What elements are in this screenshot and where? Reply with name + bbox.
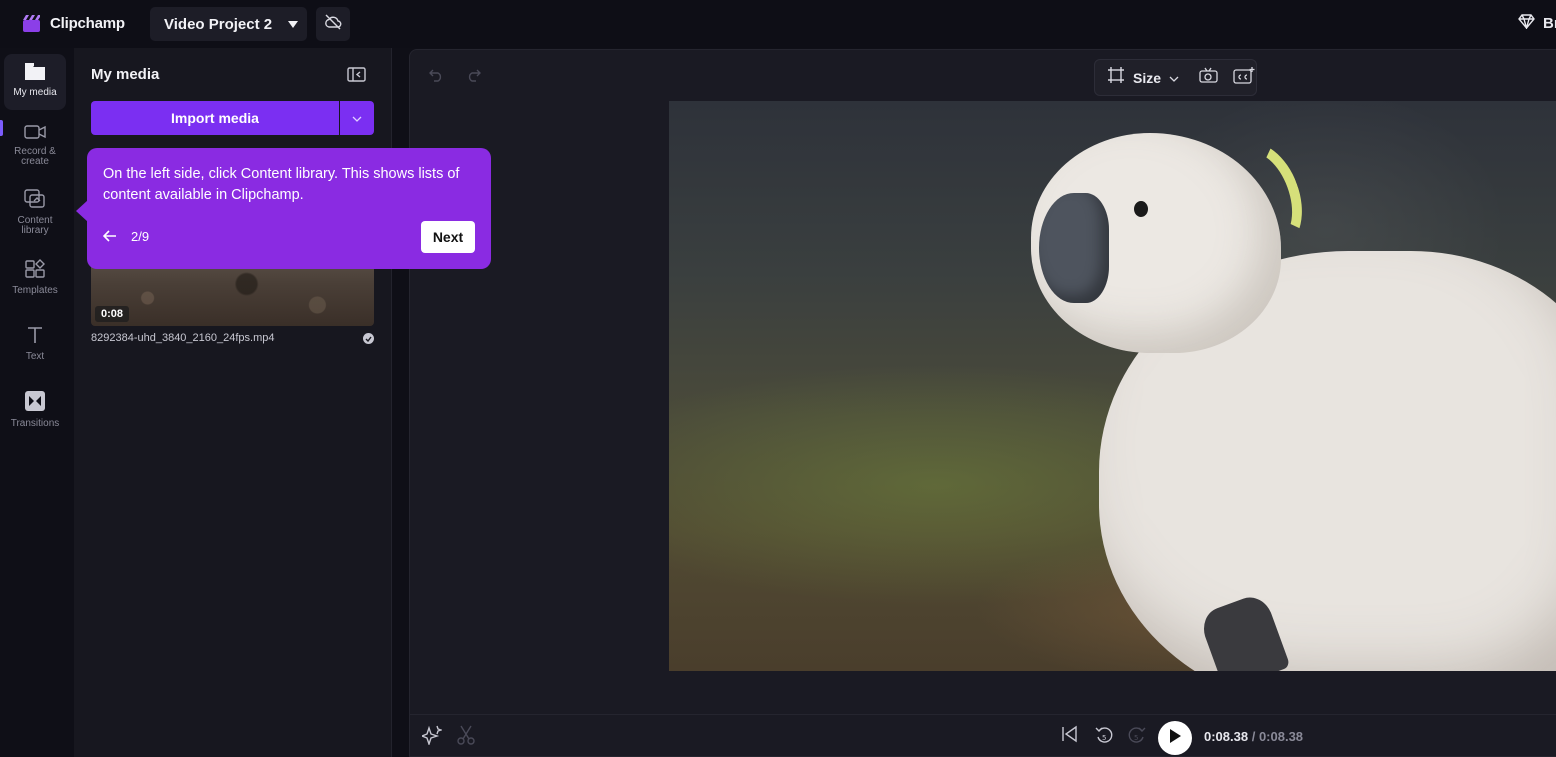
rail-item-label: Record & create [14,146,56,167]
current-time: 0:08.38 [1204,729,1249,744]
active-indicator [0,120,3,136]
rewind-5s-icon[interactable]: 5 [1095,725,1113,750]
app-logo[interactable]: Clipchamp [22,14,125,33]
text-icon [25,325,45,348]
preview-stage: Size 5 5 0:08.38 / 0:08.38 [409,49,1556,757]
left-rail: My media Record & create Content library… [0,48,72,757]
arrow-left-icon [102,229,117,246]
rail-item-label: Text [25,351,45,362]
collapse-panel-button[interactable] [347,67,366,87]
auto-enhance-icon[interactable] [1199,67,1219,88]
undo-button[interactable] [428,68,444,87]
app-name: Clipchamp [50,15,125,32]
rail-item-label: Content library [17,215,53,236]
preview-toolbar: Size [1094,59,1257,96]
captions-icon[interactable] [1233,66,1255,89]
total-time: / 0:08.38 [1251,729,1304,744]
play-button[interactable] [1158,721,1192,755]
project-name-button[interactable]: Video Project 2 [150,7,307,41]
svg-text:5: 5 [1102,734,1106,742]
rail-item-label: Templates [12,285,58,296]
folder-icon [24,62,46,84]
upgrade-button[interactable]: Br [1518,14,1556,33]
redo-button[interactable] [466,68,482,87]
import-media-button[interactable]: Import media [91,101,339,135]
transitions-icon [24,390,46,415]
panel-title: My media [91,66,160,83]
rail-item-my-media[interactable]: My media [4,54,66,110]
svg-text:5: 5 [1134,734,1138,742]
rail-item-record-create[interactable]: Record & create [4,124,66,167]
caret-down-icon [288,20,299,28]
rail-item-label: Transitions [10,418,60,429]
play-icon [1168,728,1182,749]
tooltip-step-counter: 2/9 [131,229,150,244]
cockatoo-eye [1134,201,1148,217]
playback-controls: 5 5 0:08.38 / 0:08.38 [410,714,1556,757]
clipchamp-logo-icon [22,14,41,33]
templates-icon [24,259,46,282]
split-scissors-icon[interactable] [457,725,475,750]
check-icon [363,333,374,344]
tooltip-next-button[interactable]: Next [421,221,475,253]
cloud-sync-button[interactable] [316,7,350,41]
camera-icon [24,124,46,143]
cockatoo-beak [1039,193,1109,303]
rail-item-content-library[interactable]: Content library [4,189,66,236]
skip-to-start-icon[interactable] [1061,725,1079,748]
magic-wand-icon[interactable] [420,725,444,750]
redo-icon [466,69,482,86]
chevron-down-icon [352,109,362,127]
rail-item-label: My media [13,87,57,98]
cloud-off-icon [324,14,342,35]
rail-item-transitions[interactable]: Transitions [4,390,66,429]
duration-badge: 0:08 [95,306,130,322]
top-bar: Clipchamp Video Project 2 Br [0,0,1556,48]
collapse-panel-icon [347,67,366,86]
undo-icon [428,69,444,86]
diamond-icon [1518,14,1535,33]
project-name: Video Project 2 [164,15,273,33]
forward-5s-icon[interactable]: 5 [1128,725,1146,750]
media-filename: 8292384-uhd_3840_2160_24fps.mp4 [91,332,275,344]
upgrade-label: Br [1543,15,1556,32]
size-menu-button[interactable]: Size [1133,70,1161,86]
chevron-down-icon [1169,69,1179,87]
tooltip-text: On the left side, click Content library.… [103,166,460,203]
content-library-icon [24,189,46,212]
resize-icon [1107,66,1125,89]
import-options-dropdown[interactable] [340,101,374,135]
playback-time: 0:08.38 / 0:08.38 [1204,729,1303,744]
onboarding-tooltip: On the left side, click Content library.… [76,148,491,269]
tooltip-back-button[interactable] [102,229,117,247]
rail-item-text[interactable]: Text [4,325,66,362]
video-preview[interactable] [669,101,1556,671]
rail-item-templates[interactable]: Templates [4,259,66,296]
